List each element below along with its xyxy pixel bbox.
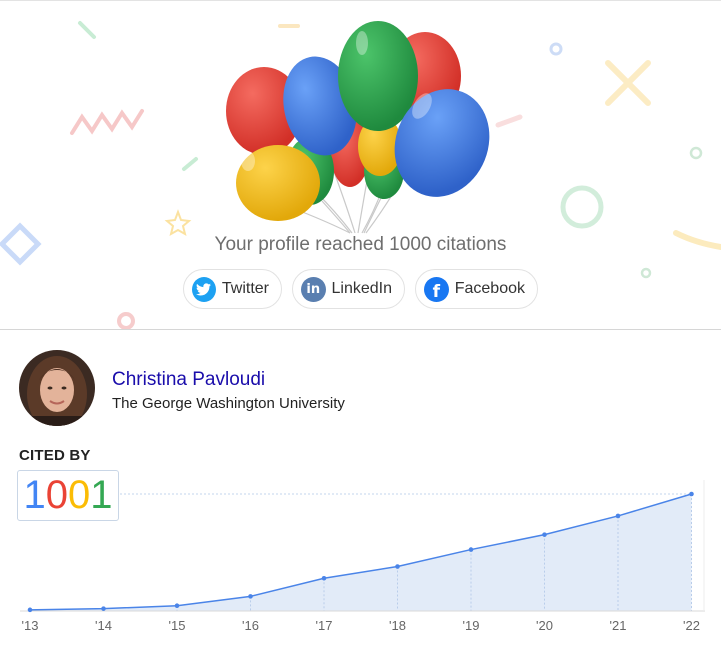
chart-point <box>615 513 621 519</box>
chart-tick-label: '15 <box>169 618 186 633</box>
twitter-icon <box>192 276 216 302</box>
chart-point <box>542 532 547 537</box>
celebration-banner: Your profile reached 1000 citations Twit… <box>0 0 721 330</box>
chart-tick-label: '13 <box>22 618 39 633</box>
chart-tick-label: '14 <box>95 618 112 633</box>
chart-point <box>101 606 106 611</box>
chart-tick-label: '16 <box>242 618 259 633</box>
chart-point <box>689 491 694 497</box>
chart-tick-label: '20 <box>536 618 553 633</box>
chart-point <box>174 603 180 609</box>
milestone-message: Your profile reached 1000 citations <box>214 234 507 255</box>
share-facebook-label: Facebook <box>454 280 525 297</box>
facebook-icon: f <box>424 276 449 302</box>
share-twitter-button[interactable]: Twitter <box>183 269 282 309</box>
share-linkedin-button[interactable]: in LinkedIn <box>292 269 405 309</box>
profile-photo <box>19 350 95 426</box>
chart-tick-label: '22 <box>683 618 700 633</box>
chart-point <box>321 575 327 581</box>
profile-name-link[interactable]: Christina Pavloudi <box>112 369 265 391</box>
share-facebook-button[interactable]: f Facebook <box>415 269 538 309</box>
chart-tick-label: '19 <box>463 618 480 633</box>
citations-chart: '13 '14 '15 '16 '17 '18 '19 '20 '21 '22 <box>20 480 705 633</box>
avatar[interactable] <box>19 350 95 426</box>
chart-point <box>395 564 400 569</box>
chart-point <box>468 547 474 552</box>
share-twitter-label: Twitter <box>221 280 269 297</box>
chart-point <box>27 607 33 613</box>
chart-tick-label: '17 <box>316 618 333 633</box>
chart-tick-label: '18 <box>389 618 406 633</box>
share-linkedin-label: LinkedIn <box>331 280 393 297</box>
linkedin-icon: in <box>301 276 326 302</box>
share-buttons: Twitter in LinkedIn f Facebook <box>0 269 721 311</box>
chart-point <box>248 594 253 599</box>
chart-tick-label: '21 <box>610 618 627 633</box>
profile-affiliation: The George Washington University <box>112 395 345 412</box>
chart-area <box>30 494 692 611</box>
